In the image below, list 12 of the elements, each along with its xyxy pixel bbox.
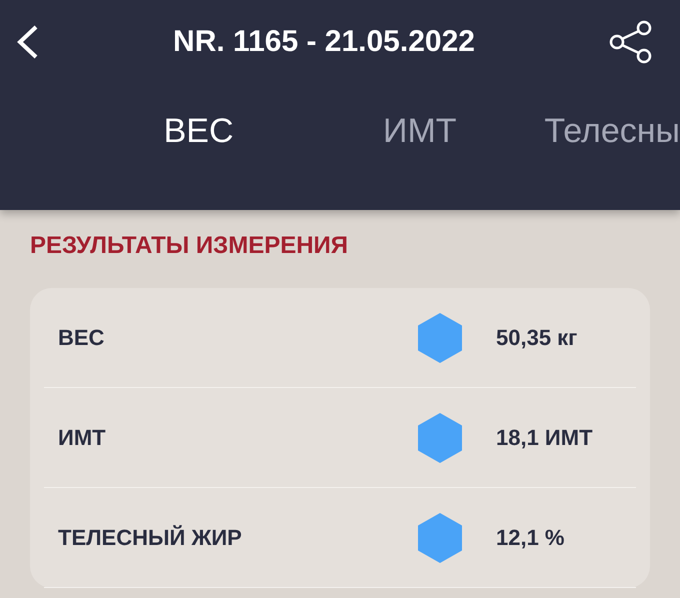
measure-value: 50,35 кг bbox=[495, 324, 578, 350]
tab[interactable]: ВЕС bbox=[88, 112, 310, 151]
measure-value: 12,1 % bbox=[495, 524, 566, 550]
measure-label: ВЕС bbox=[57, 324, 106, 350]
section-title: РЕЗУЛЬТАТЫ ИЗМЕРЕНИЯ bbox=[29, 231, 350, 260]
page-title: NR. 1165 - 21.05.2022 bbox=[173, 25, 475, 59]
tab[interactable]: Телесны bbox=[544, 112, 680, 151]
measure-label: ТЕЛЕСНЫЙ ЖИР bbox=[57, 524, 243, 550]
tab[interactable]: ИМТ bbox=[309, 112, 530, 151]
measure-label: ИМТ bbox=[57, 424, 107, 450]
share-icon[interactable] bbox=[608, 20, 654, 64]
measure-value: 18,1 ИМТ bbox=[495, 424, 594, 450]
